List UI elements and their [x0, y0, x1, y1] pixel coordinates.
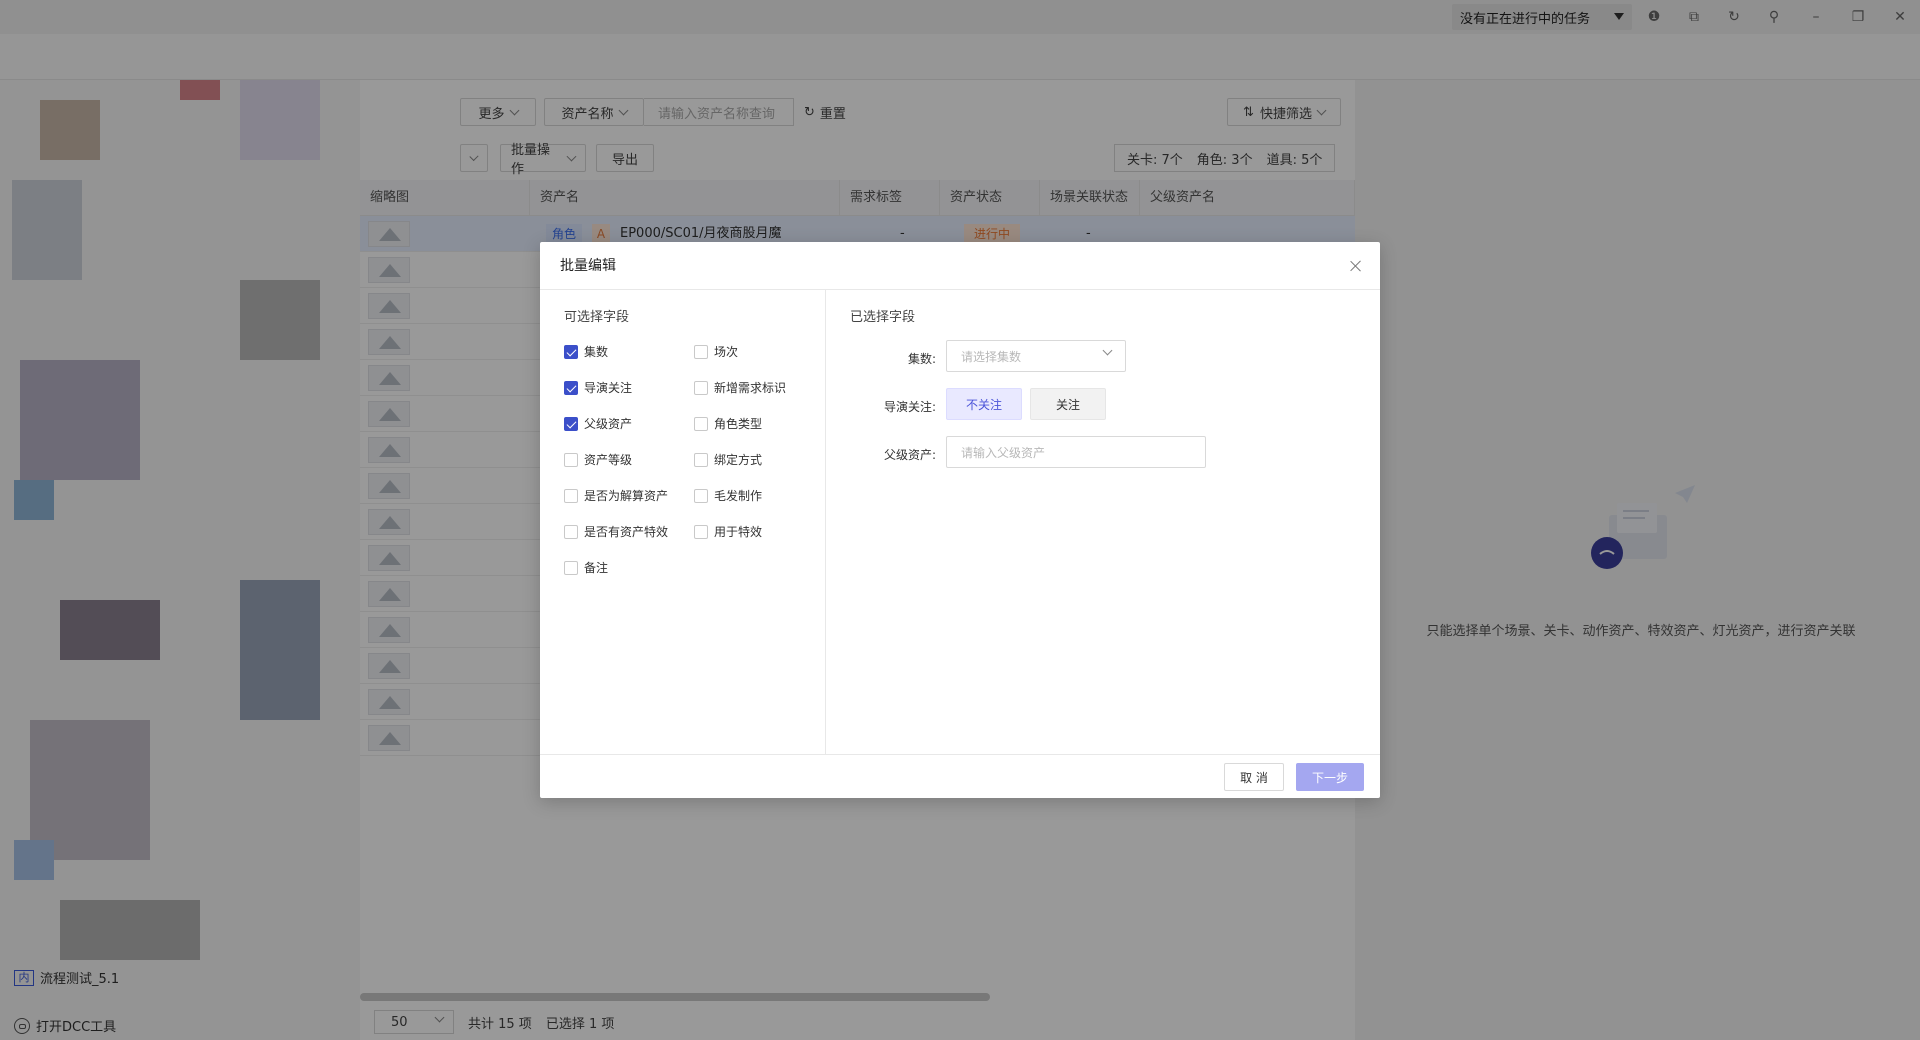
field-label: 资产等级 — [584, 453, 633, 467]
director-focus-label: 导演关注: — [883, 400, 936, 414]
field-checkbox-asset-grade[interactable]: 资产等级 — [564, 451, 632, 468]
batch-edit-dialog: 批量编辑 可选择字段 集数 场次 导演关注 新增需求标识 父级资产 角色类型 资… — [540, 242, 1380, 798]
field-checkbox-parent-asset[interactable]: 父级资产 — [564, 415, 632, 432]
field-checkbox-hair[interactable]: 毛发制作 — [694, 487, 762, 504]
checkbox-icon — [694, 416, 708, 431]
focus-option[interactable]: 关注 — [1030, 388, 1106, 420]
available-fields-title: 可选择字段 — [564, 310, 630, 325]
next-step-button[interactable]: 下一步 — [1296, 763, 1364, 791]
available-fields-panel: 可选择字段 集数 场次 导演关注 新增需求标识 父级资产 角色类型 资产等级 绑… — [540, 290, 826, 754]
field-label: 集数 — [584, 345, 609, 359]
selected-fields-panel: 已选择字段 集数: 请选择集数 导演关注: 不关注 关注 父级资产: 请输入父级… — [826, 290, 1380, 754]
field-label: 是否有资产特效 — [584, 525, 669, 539]
checkbox-icon — [694, 344, 708, 359]
parent-asset-label: 父级资产: — [883, 448, 936, 462]
episodes-select[interactable]: 请选择集数 — [946, 340, 1126, 372]
chevron-down-icon — [1102, 345, 1113, 356]
checkbox-icon — [694, 452, 708, 467]
field-checkbox-new-demand[interactable]: 新增需求标识 — [694, 379, 786, 396]
dialog-header: 批量编辑 — [540, 242, 1380, 290]
checkbox-checked-icon — [564, 344, 578, 359]
field-checkbox-notes[interactable]: 备注 — [564, 559, 608, 576]
field-label: 场次 — [714, 345, 739, 359]
checkbox-icon — [564, 488, 578, 503]
episodes-label: 集数: — [907, 352, 936, 366]
checkbox-checked-icon — [564, 380, 578, 395]
field-label: 导演关注 — [584, 381, 633, 395]
field-label: 备注 — [584, 561, 609, 575]
field-label: 绑定方式 — [714, 453, 763, 467]
field-checkbox-director-focus[interactable]: 导演关注 — [564, 379, 632, 396]
field-checkbox-episodes[interactable]: 集数 — [564, 343, 608, 360]
app-window: 内 流程测试_5.1 打开DCC工具 没有正在进行中的任务 ❶ ⧉ ↻ ⚲ – … — [0, 0, 1920, 1040]
checkbox-icon — [694, 488, 708, 503]
checkbox-checked-icon — [564, 416, 578, 431]
checkbox-icon — [564, 452, 578, 467]
checkbox-icon — [694, 524, 708, 539]
field-label: 父级资产 — [584, 417, 633, 431]
checkbox-icon — [694, 380, 708, 395]
field-label: 用于特效 — [714, 525, 763, 539]
field-checkbox-has-fx[interactable]: 是否有资产特效 — [564, 523, 668, 540]
field-checkbox-solver-asset[interactable]: 是否为解算资产 — [564, 487, 668, 504]
cancel-button[interactable]: 取 消 — [1224, 763, 1284, 791]
close-icon[interactable] — [1346, 256, 1366, 276]
not-focus-option[interactable]: 不关注 — [946, 388, 1022, 420]
field-label: 新增需求标识 — [714, 381, 787, 395]
episodes-placeholder: 请选择集数 — [961, 349, 1022, 364]
field-checkbox-for-fx[interactable]: 用于特效 — [694, 523, 762, 540]
field-label: 是否为解算资产 — [584, 489, 669, 503]
checkbox-icon — [564, 560, 578, 575]
field-label: 角色类型 — [714, 417, 763, 431]
field-checkbox-binding[interactable]: 绑定方式 — [694, 451, 762, 468]
field-checkbox-role-type[interactable]: 角色类型 — [694, 415, 762, 432]
field-checkbox-scene[interactable]: 场次 — [694, 343, 738, 360]
parent-asset-input[interactable]: 请输入父级资产 — [946, 436, 1206, 468]
dialog-title: 批量编辑 — [560, 258, 616, 274]
dialog-footer: 取 消 下一步 — [540, 754, 1380, 798]
checkbox-icon — [564, 524, 578, 539]
selected-fields-title: 已选择字段 — [850, 310, 916, 325]
field-label: 毛发制作 — [714, 489, 763, 503]
